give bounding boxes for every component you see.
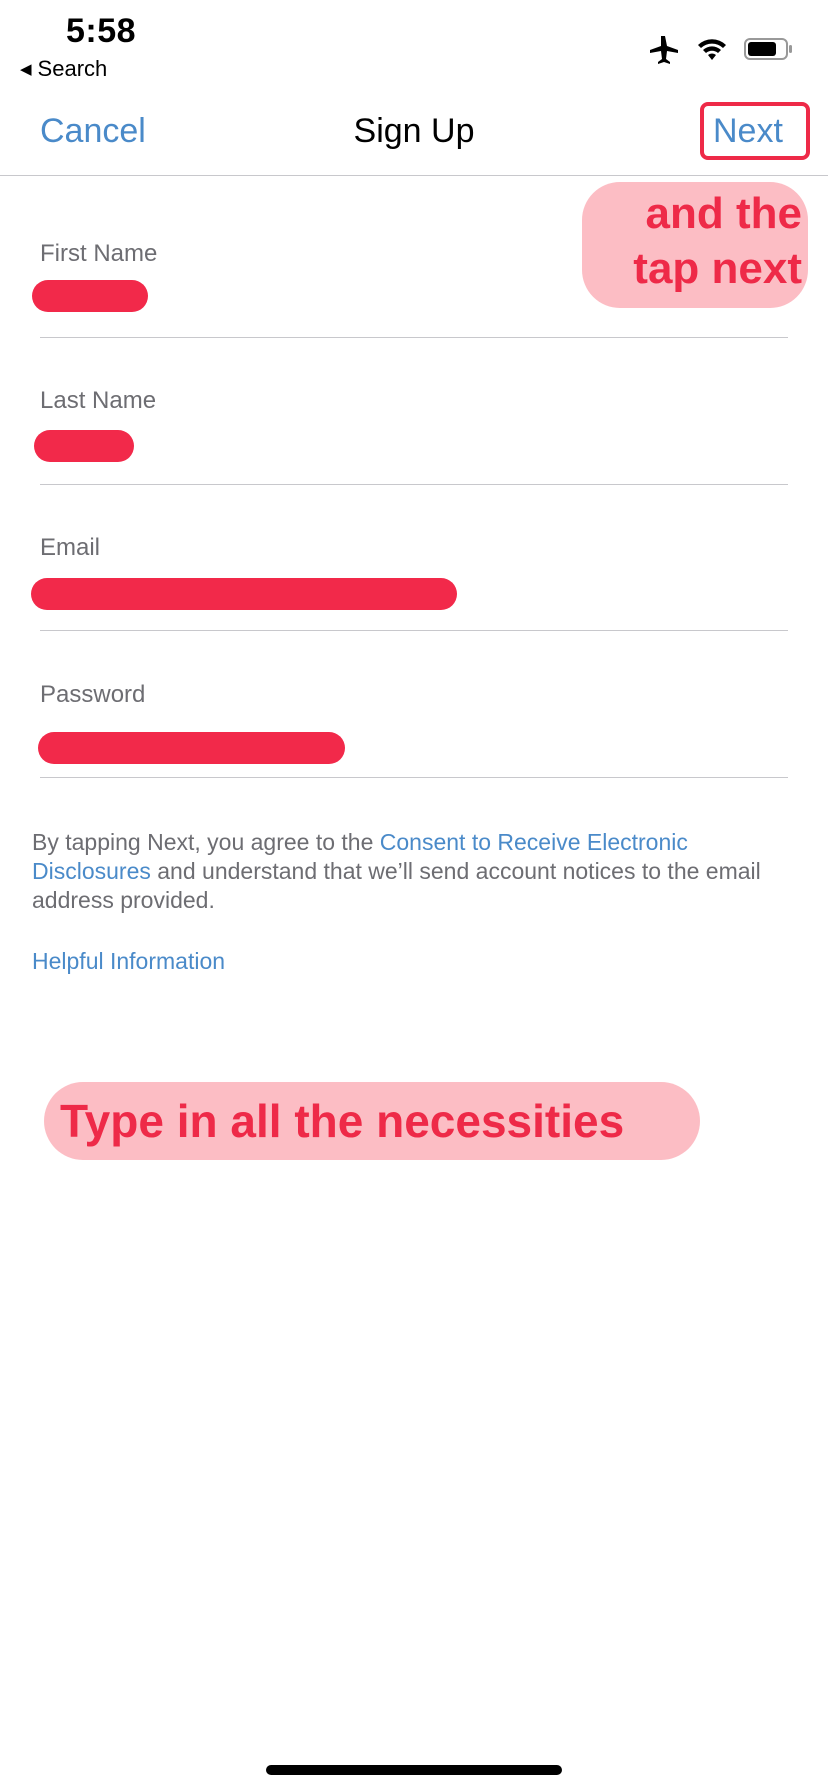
first-name-label: First Name <box>40 240 158 267</box>
airplane-icon <box>650 36 678 64</box>
password-field[interactable] <box>38 732 345 764</box>
helpful-information-link[interactable]: Helpful Information <box>32 948 225 975</box>
first-name-field[interactable] <box>32 280 148 312</box>
consent-disclaimer: By tapping Next, you agree to the Consen… <box>32 828 792 915</box>
battery-icon <box>744 38 792 60</box>
disclaimer-prefix: By tapping Next, you agree to the <box>32 829 380 855</box>
status-icons <box>648 34 794 64</box>
first-name-divider <box>40 337 788 338</box>
last-name-field[interactable] <box>34 430 134 462</box>
last-name-label: Last Name <box>40 387 157 414</box>
nav-divider <box>0 175 828 176</box>
back-to-search-link[interactable]: ◀ Search <box>20 56 107 82</box>
last-name-divider <box>40 484 788 485</box>
annotation-text-bottom: Type in all the necessities <box>60 1095 625 1147</box>
password-divider <box>40 777 788 778</box>
back-triangle-icon: ◀ <box>20 61 32 78</box>
password-label: Password <box>40 681 146 708</box>
wifi-icon <box>698 39 726 60</box>
home-indicator[interactable] <box>266 1765 562 1775</box>
email-field[interactable] <box>31 578 457 610</box>
status-time: 5:58 <box>66 12 137 50</box>
email-label: Email <box>40 534 101 561</box>
next-button[interactable]: Next <box>713 112 783 151</box>
back-search-label: Search <box>37 56 108 81</box>
annotation-text-top-right: and the tap next <box>633 189 802 293</box>
email-divider <box>40 630 788 631</box>
